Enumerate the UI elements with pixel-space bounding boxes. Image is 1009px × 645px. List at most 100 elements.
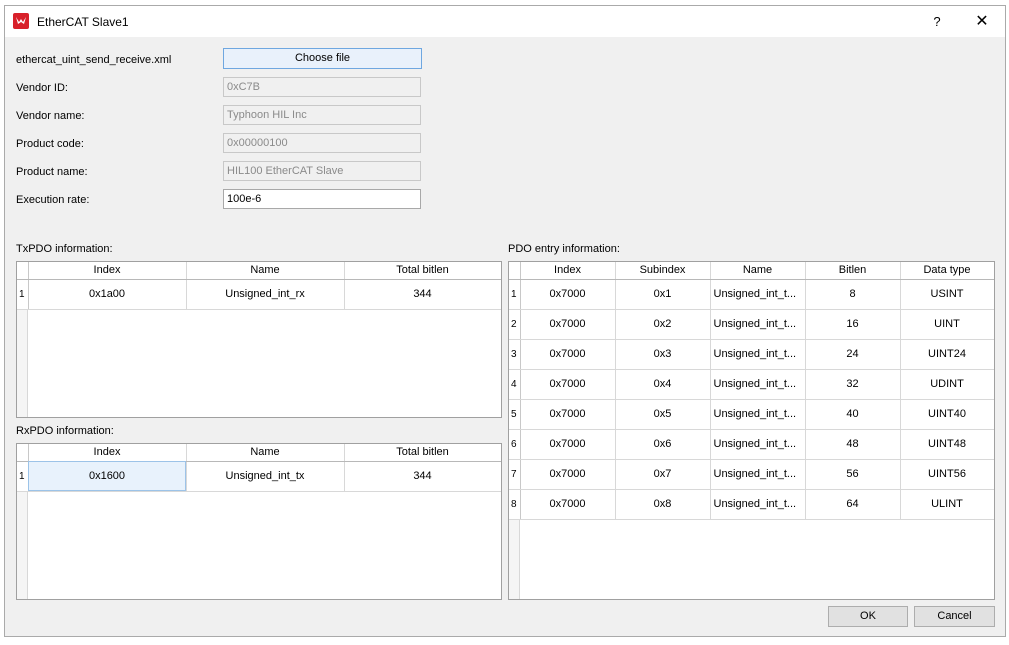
row-number: 5 xyxy=(509,399,521,430)
table-row[interactable]: 1 0x1600 Unsigned_int_tx 344 xyxy=(17,461,501,492)
bitlen-cell[interactable]: 344 xyxy=(344,279,501,310)
column-header-name[interactable]: Name xyxy=(186,444,345,462)
column-header-total-bitlen[interactable]: Total bitlen xyxy=(344,262,501,280)
rxpdo-table[interactable]: Index Name Total bitlen 1 0x1600 Unsigne… xyxy=(16,443,502,600)
rxpdo-label: RxPDO information: xyxy=(16,425,114,437)
txpdo-label: TxPDO information: xyxy=(16,243,113,255)
help-button[interactable]: ? xyxy=(922,12,952,32)
table-row[interactable]: 3 0x7000 0x3 Unsigned_int_t... 24 UINT24 xyxy=(509,339,994,370)
index-cell[interactable]: 0x7000 xyxy=(520,369,616,400)
subindex-cell[interactable]: 0x8 xyxy=(615,489,711,520)
index-cell[interactable]: 0x7000 xyxy=(520,309,616,340)
table-corner xyxy=(17,444,29,462)
vendor-name-label: Vendor name: xyxy=(16,110,85,122)
row-number: 1 xyxy=(17,461,29,492)
subindex-cell[interactable]: 0x3 xyxy=(615,339,711,370)
column-header-index[interactable]: Index xyxy=(520,262,616,280)
index-cell[interactable]: 0x1a00 xyxy=(28,279,187,310)
subindex-cell[interactable]: 0x5 xyxy=(615,399,711,430)
bitlen-cell[interactable]: 48 xyxy=(805,429,901,460)
column-header-bitlen[interactable]: Bitlen xyxy=(805,262,901,280)
row-header-gutter xyxy=(17,310,28,417)
row-number: 3 xyxy=(509,339,521,370)
column-header-data-type[interactable]: Data type xyxy=(900,262,994,280)
bitlen-cell[interactable]: 8 xyxy=(805,279,901,310)
subindex-cell[interactable]: 0x7 xyxy=(615,459,711,490)
name-cell[interactable]: Unsigned_int_t... xyxy=(710,309,806,340)
subindex-cell[interactable]: 0x4 xyxy=(615,369,711,400)
row-header-gutter xyxy=(509,520,520,599)
subindex-cell[interactable]: 0x1 xyxy=(615,279,711,310)
table-row[interactable]: 1 0x1a00 Unsigned_int_rx 344 xyxy=(17,279,501,310)
table-row[interactable]: 7 0x7000 0x7 Unsigned_int_t... 56 UINT56 xyxy=(509,459,994,490)
table-row[interactable]: 6 0x7000 0x6 Unsigned_int_t... 48 UINT48 xyxy=(509,429,994,460)
data-type-cell[interactable]: UINT48 xyxy=(900,429,994,460)
column-header-index[interactable]: Index xyxy=(28,262,187,280)
table-row[interactable]: 1 0x7000 0x1 Unsigned_int_t... 8 USINT xyxy=(509,279,994,310)
index-cell[interactable]: 0x7000 xyxy=(520,399,616,430)
name-cell[interactable]: Unsigned_int_t... xyxy=(710,369,806,400)
cancel-button[interactable]: Cancel xyxy=(914,606,995,627)
bitlen-cell[interactable]: 56 xyxy=(805,459,901,490)
bitlen-cell[interactable]: 344 xyxy=(344,461,501,492)
name-cell[interactable]: Unsigned_int_t... xyxy=(710,489,806,520)
index-cell[interactable]: 0x7000 xyxy=(520,339,616,370)
file-name-label: ethercat_uint_send_receive.xml xyxy=(16,54,172,66)
vendor-name-field xyxy=(223,105,421,125)
column-header-total-bitlen[interactable]: Total bitlen xyxy=(344,444,501,462)
data-type-cell[interactable]: USINT xyxy=(900,279,994,310)
name-cell[interactable]: Unsigned_int_t... xyxy=(710,279,806,310)
index-cell[interactable]: 0x1600 xyxy=(28,461,187,492)
title-bar: EtherCAT Slave1 ? ✕ xyxy=(5,6,1005,37)
execution-rate-input[interactable] xyxy=(223,189,421,209)
table-row[interactable]: 5 0x7000 0x5 Unsigned_int_t... 40 UINT40 xyxy=(509,399,994,430)
choose-file-button[interactable]: Choose file xyxy=(223,48,422,69)
row-number: 7 xyxy=(509,459,521,490)
data-type-cell[interactable]: UINT xyxy=(900,309,994,340)
close-button[interactable]: ✕ xyxy=(967,12,997,32)
bitlen-cell[interactable]: 40 xyxy=(805,399,901,430)
row-number: 2 xyxy=(509,309,521,340)
table-row[interactable]: 2 0x7000 0x2 Unsigned_int_t... 16 UINT xyxy=(509,309,994,340)
ok-button[interactable]: OK xyxy=(828,606,908,627)
data-type-cell[interactable]: ULINT xyxy=(900,489,994,520)
pdo-entry-table[interactable]: Index Subindex Name Bitlen Data type 1 0… xyxy=(508,261,995,600)
column-header-subindex[interactable]: Subindex xyxy=(615,262,711,280)
index-cell[interactable]: 0x7000 xyxy=(520,459,616,490)
index-cell[interactable]: 0x7000 xyxy=(520,489,616,520)
txpdo-table[interactable]: Index Name Total bitlen 1 0x1a00 Unsigne… xyxy=(16,261,502,418)
table-row[interactable]: 4 0x7000 0x4 Unsigned_int_t... 32 UDINT xyxy=(509,369,994,400)
subindex-cell[interactable]: 0x2 xyxy=(615,309,711,340)
bitlen-cell[interactable]: 32 xyxy=(805,369,901,400)
window-title: EtherCAT Slave1 xyxy=(37,15,129,29)
column-header-index[interactable]: Index xyxy=(28,444,187,462)
row-number: 4 xyxy=(509,369,521,400)
bitlen-cell[interactable]: 64 xyxy=(805,489,901,520)
name-cell[interactable]: Unsigned_int_t... xyxy=(710,339,806,370)
column-header-name[interactable]: Name xyxy=(710,262,806,280)
bitlen-cell[interactable]: 16 xyxy=(805,309,901,340)
index-cell[interactable]: 0x7000 xyxy=(520,429,616,460)
row-number: 1 xyxy=(509,279,521,310)
product-code-field xyxy=(223,133,421,153)
name-cell[interactable]: Unsigned_int_t... xyxy=(710,399,806,430)
table-corner xyxy=(17,262,29,280)
vendor-id-field xyxy=(223,77,421,97)
bitlen-cell[interactable]: 24 xyxy=(805,339,901,370)
name-cell[interactable]: Unsigned_int_t... xyxy=(710,459,806,490)
vendor-id-label: Vendor ID: xyxy=(16,82,68,94)
row-number: 8 xyxy=(509,489,521,520)
name-cell[interactable]: Unsigned_int_t... xyxy=(710,429,806,460)
subindex-cell[interactable]: 0x6 xyxy=(615,429,711,460)
table-row[interactable]: 8 0x7000 0x8 Unsigned_int_t... 64 ULINT xyxy=(509,489,994,520)
data-type-cell[interactable]: UINT40 xyxy=(900,399,994,430)
execution-rate-label: Execution rate: xyxy=(16,194,90,206)
index-cell[interactable]: 0x7000 xyxy=(520,279,616,310)
data-type-cell[interactable]: UDINT xyxy=(900,369,994,400)
data-type-cell[interactable]: UINT24 xyxy=(900,339,994,370)
column-header-name[interactable]: Name xyxy=(186,262,345,280)
name-cell[interactable]: Unsigned_int_rx xyxy=(186,279,345,310)
name-cell[interactable]: Unsigned_int_tx xyxy=(186,461,345,492)
product-name-field xyxy=(223,161,421,181)
data-type-cell[interactable]: UINT56 xyxy=(900,459,994,490)
